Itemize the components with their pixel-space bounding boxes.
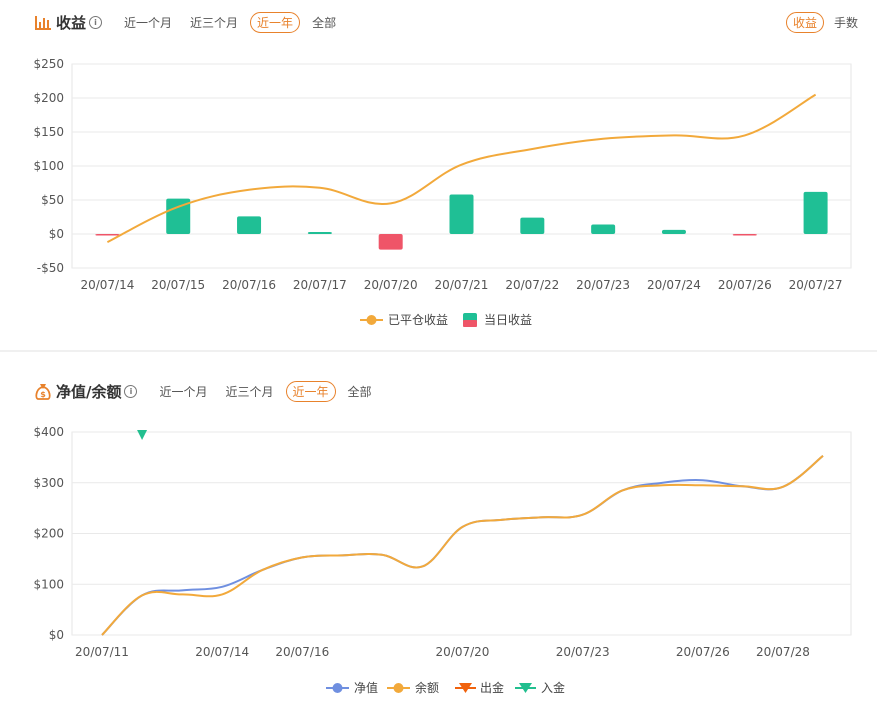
x-tick-label: 20/07/11 [75,645,129,659]
x-tick-label: 20/07/24 [647,278,701,292]
legend-bar-swatch-red [463,320,477,327]
legend-marker [393,683,404,693]
daily-profit-bar [307,231,332,234]
daily-profit-bar [449,194,474,234]
x-tick-label: 20/07/26 [718,278,772,292]
y-tick-label: $400 [33,425,64,439]
x-tick-label: 20/07/17 [293,278,347,292]
x-tick-label: 20/07/15 [151,278,205,292]
networth-chart: $0 $100 $200 $300 $400 20/07/11 20/07/14 20/07/… [33,425,852,695]
daily-profit-bar [95,234,120,236]
deposit-marker [137,430,148,440]
daily-profit-bar [237,216,262,234]
x-tick-label: 20/07/14 [80,278,134,292]
y-tick-label: $0 [49,628,64,642]
y-tick-label: $100 [33,159,64,173]
daily-profit-bar [520,217,545,234]
legend-label: 当日收益 [484,313,532,327]
daily-profit-bar [378,234,403,250]
x-tick-label: 20/07/21 [435,278,489,292]
y-tick-label: $200 [33,91,64,105]
y-tick-label: $250 [33,57,64,71]
legend-label: 入金 [541,680,565,695]
daily-profit-bar [591,224,616,234]
legend-line-marker [366,315,377,325]
x-tick-label: 20/07/14 [195,645,249,659]
profit-chart: -$50 $0 $50 $100 $150 $200 $250 20/07/14 20/07/1… [33,57,852,327]
x-tick-label: 20/07/27 [789,278,843,292]
x-tick-label: 20/07/20 [364,278,418,292]
profit-panel: 收益 i 近一个月 近三个月 近一年 全部 收益 手数 -$50 $0 $50 $10… [0,0,877,350]
x-tick-label: 20/07/22 [505,278,559,292]
y-tick-label: $300 [33,476,64,490]
x-tick-label: 20/07/23 [576,278,630,292]
daily-profit-bar [732,234,757,236]
y-tick-label: $50 [41,193,64,207]
y-tick-label: $0 [49,227,64,241]
legend-label: 出金 [480,680,504,695]
y-tick-label: -$50 [37,261,64,275]
networth-panel: $ 净值/余额 i 近一个月 近三个月 近一年 全部 $0 $100 $200 $30… [0,352,877,720]
x-tick-label: 20/07/28 [756,645,810,659]
daily-profit-bar [803,191,828,234]
x-tick-label: 20/07/16 [222,278,276,292]
x-tick-label: 20/07/23 [556,645,610,659]
y-tick-label: $100 [33,577,64,591]
legend-label: 已平仓收益 [388,313,448,327]
x-tick-label: 20/07/20 [436,645,490,659]
x-tick-label: 20/07/16 [275,645,329,659]
daily-profit-bar [661,229,686,234]
legend-label: 净值 [354,680,378,695]
legend-label: 余额 [415,680,439,695]
x-tick-label: 20/07/26 [676,645,730,659]
y-tick-label: $200 [33,527,64,541]
y-tick-label: $150 [33,125,64,139]
legend-marker [332,683,343,693]
